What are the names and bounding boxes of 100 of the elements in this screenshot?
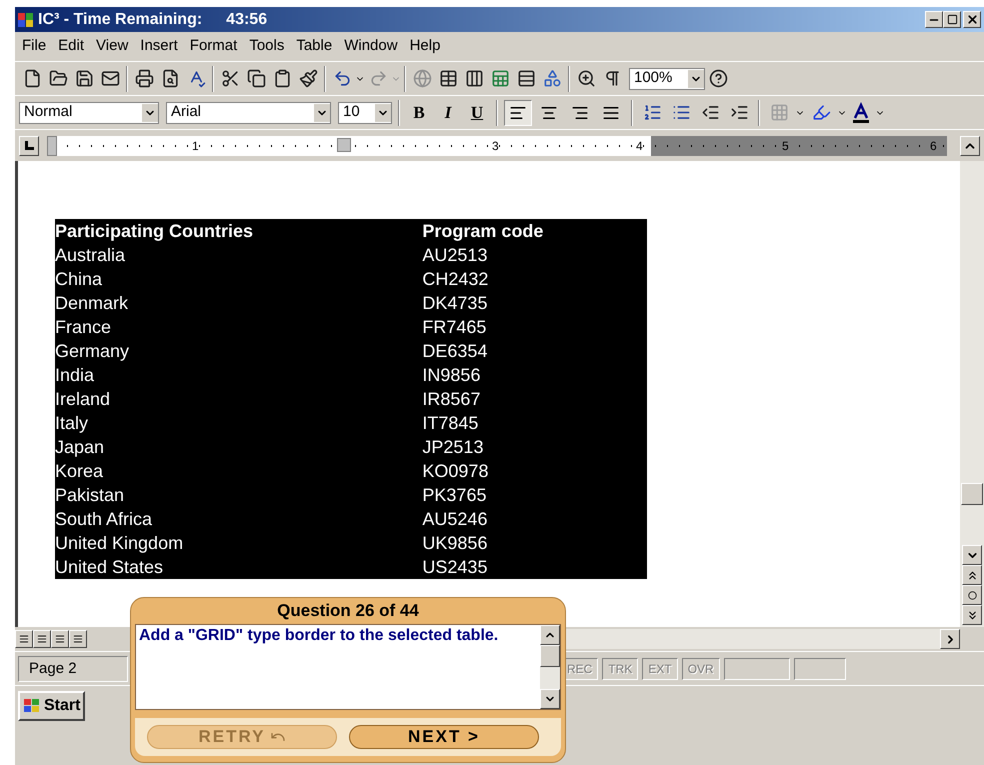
email-icon[interactable] [100,69,120,88]
spreadsheet-icon[interactable] [490,69,510,88]
status-indicator: OVR [682,658,720,680]
zoom-dropdown[interactable]: 100% [629,68,705,90]
scroll-thumb[interactable] [540,645,560,667]
style-dropdown[interactable]: Normal [19,102,159,124]
dropdown-button[interactable] [688,70,704,88]
indent-marker-icon[interactable] [47,136,57,156]
italic-button[interactable]: I [435,100,461,126]
rows-icon[interactable] [516,69,536,88]
scroll-thumb[interactable] [961,483,983,505]
table-cell: FR7465 [422,315,647,339]
table-cell: UK9856 [422,531,647,555]
bulleted-list-icon[interactable] [672,103,690,122]
minimize-button[interactable] [925,11,943,28]
table-cell: India [55,363,422,387]
view-button[interactable] [15,630,33,648]
menu-item[interactable]: Window [340,35,402,58]
next-page-button[interactable] [962,605,982,625]
underline-button[interactable]: U [464,100,490,126]
windows-logo-icon [23,698,41,714]
previous-page-button[interactable] [962,565,982,585]
bold-button[interactable]: B [406,100,432,126]
ruler-number: 3 [492,138,499,154]
view-button[interactable] [33,630,51,648]
copy-icon[interactable] [246,69,266,88]
zoom-icon[interactable] [576,69,596,88]
align-button[interactable] [504,100,532,126]
open-folder-icon[interactable] [48,69,68,88]
scroll-up-button[interactable] [540,625,560,645]
highlighter-icon[interactable] [812,103,830,122]
question-title: Question 26 of 44 [276,600,420,622]
save-icon[interactable] [74,69,94,88]
font-dropdown[interactable]: Arial [166,102,331,124]
shapes-icon[interactable] [542,69,562,88]
table-cell: China [55,267,422,291]
table-cell: CH2432 [422,267,647,291]
increase-indent-icon[interactable] [730,103,748,122]
table-cell: AU5246 [422,507,647,531]
print-preview-icon[interactable] [160,69,180,88]
table-icon[interactable] [438,69,458,88]
dropdown-button[interactable] [142,104,158,122]
table-cell: Pakistan [55,483,422,507]
font-color-icon[interactable] [850,102,872,124]
decrease-indent-icon[interactable] [700,103,720,122]
view-button[interactable] [69,630,87,648]
table-cell: South Africa [55,507,422,531]
table-cell: Germany [55,339,422,363]
dropdown-button[interactable] [314,104,330,122]
clipboard-icon[interactable] [272,69,292,88]
view-button[interactable] [51,630,69,648]
menu-item[interactable]: File [18,35,50,58]
tab-stop-icon[interactable] [19,136,39,156]
close-icon [966,13,978,26]
menu-item[interactable]: View [92,35,132,58]
app-icon [18,12,34,28]
browse-object-button[interactable] [962,585,982,605]
table-cell: Italy [55,411,422,435]
column-marker-icon[interactable] [337,138,351,152]
table-cell: JP2513 [422,435,647,459]
columns-icon[interactable] [464,69,484,88]
menu-item[interactable]: Insert [136,35,182,58]
scissors-icon[interactable] [220,69,240,88]
paintbrush-icon[interactable] [298,69,318,88]
lines-icon [37,634,47,644]
scroll-down-button[interactable] [962,545,982,565]
menu-item[interactable]: Format [186,35,242,58]
table-cell: US2435 [422,555,647,579]
close-button[interactable] [963,11,981,28]
table-cell: Ireland [55,387,422,411]
start-button[interactable]: Start [18,690,86,720]
menu-item[interactable]: Help [406,35,444,58]
table-cell: PK3765 [422,483,647,507]
maximize-button[interactable] [943,11,961,28]
status-field [794,658,846,680]
table-cell: IT7845 [422,411,647,435]
window-title: IC³ - Time Remaining: [38,10,202,30]
lines-icon [73,634,83,644]
lines-icon [19,634,29,644]
help-icon[interactable] [708,69,728,88]
scroll-down-button[interactable] [540,689,560,709]
page-indicator: Page 2 [18,656,128,682]
scroll-up-button[interactable] [960,136,980,156]
menu-item[interactable]: Edit [54,35,88,58]
circle-icon [968,590,976,600]
print-icon[interactable] [134,69,154,88]
table-cell: Japan [55,435,422,459]
undo-icon[interactable] [332,69,352,88]
question-text: Add a "GRID" type border to the selected table. [138,626,500,646]
numbered-list-icon[interactable] [642,103,662,122]
menu-item[interactable]: Tools [245,35,288,58]
scroll-right-button[interactable] [940,629,960,649]
dropdown-button[interactable] [375,104,391,122]
menu-item[interactable]: Table [292,35,336,58]
table-cell: DK4735 [422,291,647,315]
next-button[interactable]: NEXT > [349,725,539,749]
new-document-icon[interactable] [22,69,42,88]
table-cell: KO0978 [422,459,647,483]
font-size-dropdown[interactable]: 10 [338,102,392,124]
status-indicator: EXT [642,658,678,680]
